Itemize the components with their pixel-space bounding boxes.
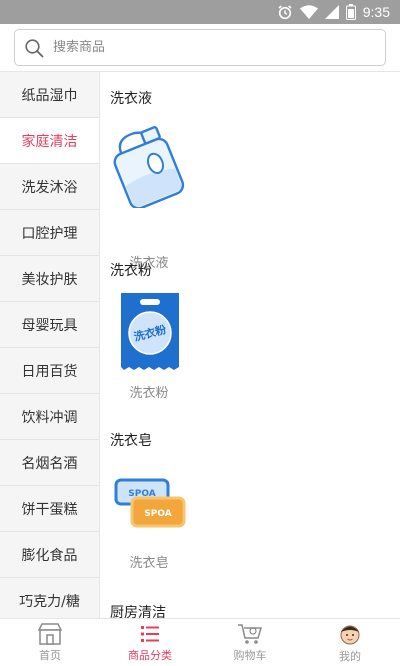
soap-text-front: SPOA [144, 509, 171, 519]
product-content: 洗衣液 洗衣液 洗衣粉 洗衣粉 洗衣粉 洗衣皂 SPOA SPOA 洗衣皂 厨房… [100, 72, 400, 618]
tab-label: 商品分类 [128, 648, 172, 662]
section-title-liquid-detergent: 洗衣液 [110, 91, 152, 107]
tab-profile[interactable]: 我的 [300, 619, 400, 666]
sidebar-item-chocolate[interactable]: 巧克力/糖 [0, 578, 99, 618]
search-icon [25, 39, 44, 58]
store-icon [37, 622, 63, 645]
search-bar [0, 24, 400, 72]
signal-icon [324, 5, 339, 19]
wifi-icon [299, 5, 318, 19]
tab-label: 首页 [39, 648, 61, 662]
soap-bar-icon: SPOA SPOA [114, 478, 186, 528]
product-washing-powder[interactable]: 洗衣粉 洗衣粉 [100, 287, 198, 401]
search-input[interactable] [53, 30, 373, 65]
sidebar-item-label: 日用百货 [21, 363, 78, 380]
sidebar-item-label: 美妆护肤 [21, 271, 78, 288]
tab-category[interactable]: 商品分类 [100, 619, 200, 666]
product-name: 洗衣粉 [129, 386, 169, 401]
status-icons: 9:35 [277, 0, 390, 24]
bottom-tab-bar: 首页 商品分类 购物车 我的 [0, 618, 400, 666]
sidebar-item-label: 饼干蛋糕 [21, 501, 78, 518]
cart-icon [238, 623, 263, 644]
sidebar-item-drinks[interactable]: 饮料冲调 [0, 394, 99, 440]
sidebar-item-beauty[interactable]: 美妆护肤 [0, 256, 99, 302]
sidebar-item-label: 口腔护理 [21, 225, 78, 242]
tab-home[interactable]: 首页 [0, 619, 100, 666]
profile-avatar-icon [340, 625, 360, 644]
tab-label: 我的 [339, 649, 361, 663]
sidebar-item-tobacco-wine[interactable]: 名烟名酒 [0, 440, 99, 486]
status-time: 9:35 [362, 4, 390, 20]
sidebar-item-label: 母婴玩具 [21, 317, 78, 334]
battery-icon [345, 4, 356, 20]
product-soap[interactable]: SPOA SPOA 洗衣皂 [100, 470, 198, 580]
tab-cart[interactable]: 购物车 [200, 619, 300, 666]
status-bar: 9:35 [0, 0, 400, 24]
sidebar-item-label: 饮料冲调 [21, 409, 78, 426]
sidebar-item-home-cleaning[interactable]: 家庭清洁 [0, 118, 99, 164]
sidebar-item-label: 洗发沐浴 [21, 179, 78, 196]
sidebar-item-label: 膨化食品 [21, 547, 78, 564]
washing-powder-bag-icon: 洗衣粉 [121, 293, 179, 370]
alarm-icon [278, 5, 292, 20]
section-title-soap: 洗衣皂 [110, 433, 152, 449]
sidebar-item-daily-goods[interactable]: 日用百货 [0, 348, 99, 394]
search-box[interactable] [14, 29, 386, 66]
section-title-washing-powder: 洗衣粉 [110, 263, 152, 279]
sidebar-item-paper[interactable]: 纸品湿巾 [0, 72, 99, 118]
section-title-kitchen-cleaning: 厨房清洁 [110, 605, 166, 618]
sidebar-item-label: 巧克力/糖 [19, 593, 80, 610]
product-name: 洗衣皂 [129, 556, 169, 571]
sidebar-item-label: 纸品湿巾 [21, 87, 78, 104]
sidebar-item-snacks[interactable]: 膨化食品 [0, 532, 99, 578]
sidebar-item-shampoo[interactable]: 洗发沐浴 [0, 164, 99, 210]
sidebar-item-baby-toys[interactable]: 母婴玩具 [0, 302, 99, 348]
detergent-bottle-icon [113, 126, 185, 208]
sidebar-item-label: 名烟名酒 [21, 455, 78, 472]
tab-label: 购物车 [233, 648, 267, 662]
sidebar-item-biscuits[interactable]: 饼干蛋糕 [0, 486, 99, 532]
category-sidebar: 纸品湿巾 家庭清洁 洗发沐浴 口腔护理 美妆护肤 母婴玩具 日用百货 饮料冲调 … [0, 72, 100, 618]
sidebar-item-label: 家庭清洁 [21, 133, 78, 150]
category-list-icon [141, 625, 159, 642]
sidebar-item-oral-care[interactable]: 口腔护理 [0, 210, 99, 256]
